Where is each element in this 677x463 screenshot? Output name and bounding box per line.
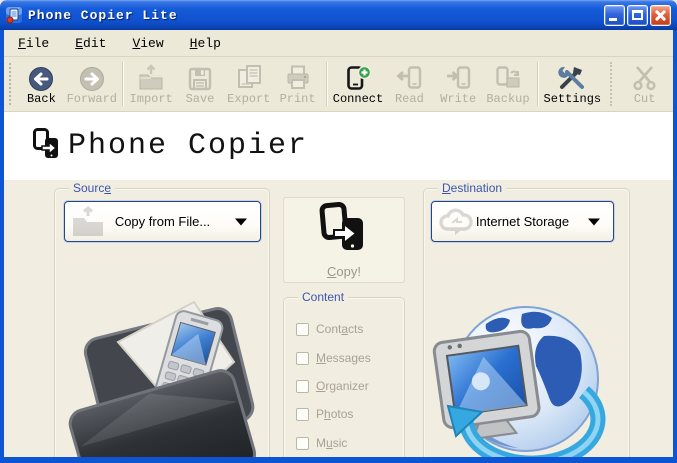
destination-dropdown-value: Internet Storage: [475, 214, 570, 229]
back-button[interactable]: Back: [17, 59, 66, 109]
write-label: Write: [440, 92, 477, 106]
connect-button[interactable]: Connect: [331, 59, 385, 109]
checkbox-icon[interactable]: [296, 322, 309, 336]
chevron-down-icon: [588, 218, 600, 225]
export-pages-icon: [235, 62, 263, 92]
main-panel: Source Copy from File... Copy! Content C…: [4, 180, 673, 457]
settings-label: Settings: [543, 92, 602, 106]
export-button[interactable]: Export: [224, 59, 273, 109]
copy-button-label: Copy!: [327, 264, 361, 279]
checkbox-organizer[interactable]: Organizer: [296, 378, 369, 394]
floppy-disk-icon: [187, 62, 213, 92]
menu-help[interactable]: Help: [186, 34, 225, 53]
phone-plus-icon: [344, 62, 372, 92]
maximize-icon[interactable]: [627, 4, 648, 26]
toolbar-separator-dotted: [610, 62, 613, 106]
checkbox-label: Photos: [316, 407, 354, 421]
crossed-tools-icon: [557, 62, 587, 92]
print-button[interactable]: Print: [273, 59, 322, 109]
checkbox-label: Contacts: [316, 322, 364, 336]
menu-file[interactable]: File: [14, 34, 53, 53]
toolbar-separator: [326, 62, 327, 106]
toolbar: Back Forward Import Save Export Print Co…: [4, 57, 673, 112]
titlebar[interactable]: Phone Copier Lite: [0, 0, 677, 30]
toolbar-separator: [121, 62, 123, 106]
app-window: Phone Copier Lite File Edit View Help Ba…: [0, 0, 677, 463]
content-group-label: Content: [298, 290, 349, 304]
minimize-icon[interactable]: [604, 4, 625, 26]
save-button[interactable]: Save: [176, 59, 225, 109]
menu-edit[interactable]: Edit: [71, 34, 110, 53]
source-group-label: Source: [69, 181, 116, 195]
phone-backup-box-icon: [494, 62, 522, 92]
checkbox-icon[interactable]: [296, 436, 309, 450]
globe-monitor-sync-illustration: [426, 284, 606, 457]
forward-button[interactable]: Forward: [66, 59, 118, 109]
circle-arrow-right-icon: [79, 62, 105, 92]
printer-icon: [284, 62, 312, 92]
export-label: Export: [227, 92, 271, 106]
settings-button[interactable]: Settings: [542, 59, 602, 109]
print-label: Print: [279, 92, 316, 106]
checkbox-photos[interactable]: Photos: [296, 406, 353, 422]
header-band: Phone Copier: [4, 112, 673, 180]
cloud-sync-watermark-icon: [437, 205, 475, 244]
checkbox-music[interactable]: Music: [296, 435, 347, 451]
backup-button[interactable]: Backup: [483, 59, 534, 109]
write-button[interactable]: Write: [434, 59, 483, 109]
checkbox-icon[interactable]: [296, 379, 309, 393]
destination-group-label: Destination: [438, 181, 507, 195]
import-label: Import: [129, 92, 173, 106]
read-button[interactable]: Read: [385, 59, 434, 109]
folder-watermark-icon: [70, 205, 106, 244]
chevron-down-icon: [235, 218, 247, 225]
menubar: File Edit View Help: [4, 30, 673, 57]
circle-arrow-left-icon: [28, 62, 54, 92]
phone-app-icon: [5, 6, 23, 24]
back-label: Back: [26, 92, 56, 106]
phone-copy-icon: [32, 127, 62, 166]
checkbox-icon[interactable]: [296, 351, 309, 365]
destination-dropdown[interactable]: Internet Storage: [431, 201, 614, 242]
cut-label: Cut: [633, 92, 656, 106]
folder-with-phone-illustration: [66, 284, 266, 457]
checkbox-contacts[interactable]: Contacts: [296, 321, 363, 337]
checkbox-messages[interactable]: Messages: [296, 350, 371, 366]
read-label: Read: [394, 92, 424, 106]
save-label: Save: [185, 92, 215, 106]
phone-arrow-left-icon: [395, 62, 423, 92]
window-frame: File Edit View Help Back Forward Import …: [0, 30, 677, 463]
checkbox-label: Messages: [316, 351, 371, 365]
connect-label: Connect: [332, 92, 384, 106]
page-title: Phone Copier: [68, 129, 309, 163]
close-icon[interactable]: [650, 4, 671, 26]
source-dropdown-value: Copy from File...: [114, 214, 211, 229]
copy-button[interactable]: Copy!: [283, 197, 405, 283]
menu-view[interactable]: View: [128, 34, 167, 53]
phone-arrow-right-icon: [444, 62, 472, 92]
checkbox-label: Organizer: [316, 379, 369, 393]
toolbar-separator: [537, 62, 539, 106]
toolbar-grip[interactable]: [9, 63, 12, 105]
phone-copy-icon: [318, 201, 370, 260]
cut-button[interactable]: Cut: [618, 59, 671, 109]
checkbox-icon[interactable]: [296, 407, 309, 421]
folder-import-icon: [137, 62, 165, 92]
scissors-icon: [631, 62, 659, 92]
import-button[interactable]: Import: [127, 59, 176, 109]
source-dropdown[interactable]: Copy from File...: [64, 201, 261, 242]
checkbox-label: Music: [316, 436, 348, 450]
backup-label: Backup: [486, 92, 530, 106]
window-title: Phone Copier Lite: [28, 7, 178, 23]
forward-label: Forward: [66, 92, 117, 106]
